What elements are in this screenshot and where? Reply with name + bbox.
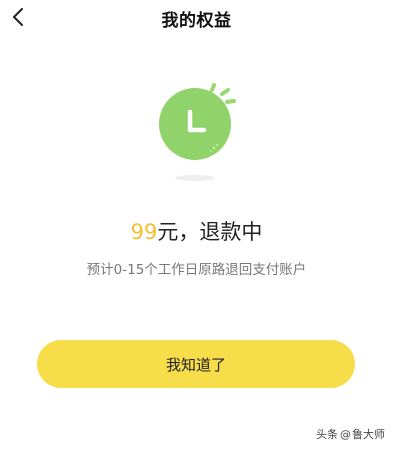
watermark: 头条 @ 鲁大师 — [316, 426, 385, 442]
refund-illustration — [150, 82, 250, 186]
clock-icon — [159, 83, 236, 181]
header-bar: 我的权益 — [0, 0, 393, 36]
watermark-at: @ — [340, 427, 351, 441]
confirm-button-label: 我知道了 — [165, 355, 226, 374]
refund-status: 99元，退款中 — [0, 216, 393, 246]
refund-amount: 99 — [130, 220, 158, 244]
confirm-button[interactable]: 我知道了 — [37, 340, 355, 388]
watermark-name: 鲁大师 — [352, 428, 385, 441]
page-title: 我的权益 — [161, 11, 232, 31]
refund-status-text: 元，退款中 — [157, 220, 263, 244]
watermark-prefix: 头条 — [316, 428, 338, 441]
refund-status-page: 我的权益 99元，退款中 预计0-15个工作日原路退回支付账户 我知道了 头条 … — [0, 0, 393, 449]
clock-face — [159, 88, 231, 160]
illustration-shadow — [175, 175, 215, 181]
refund-subtitle: 预计0-15个工作日原路退回支付账户 — [86, 262, 307, 278]
